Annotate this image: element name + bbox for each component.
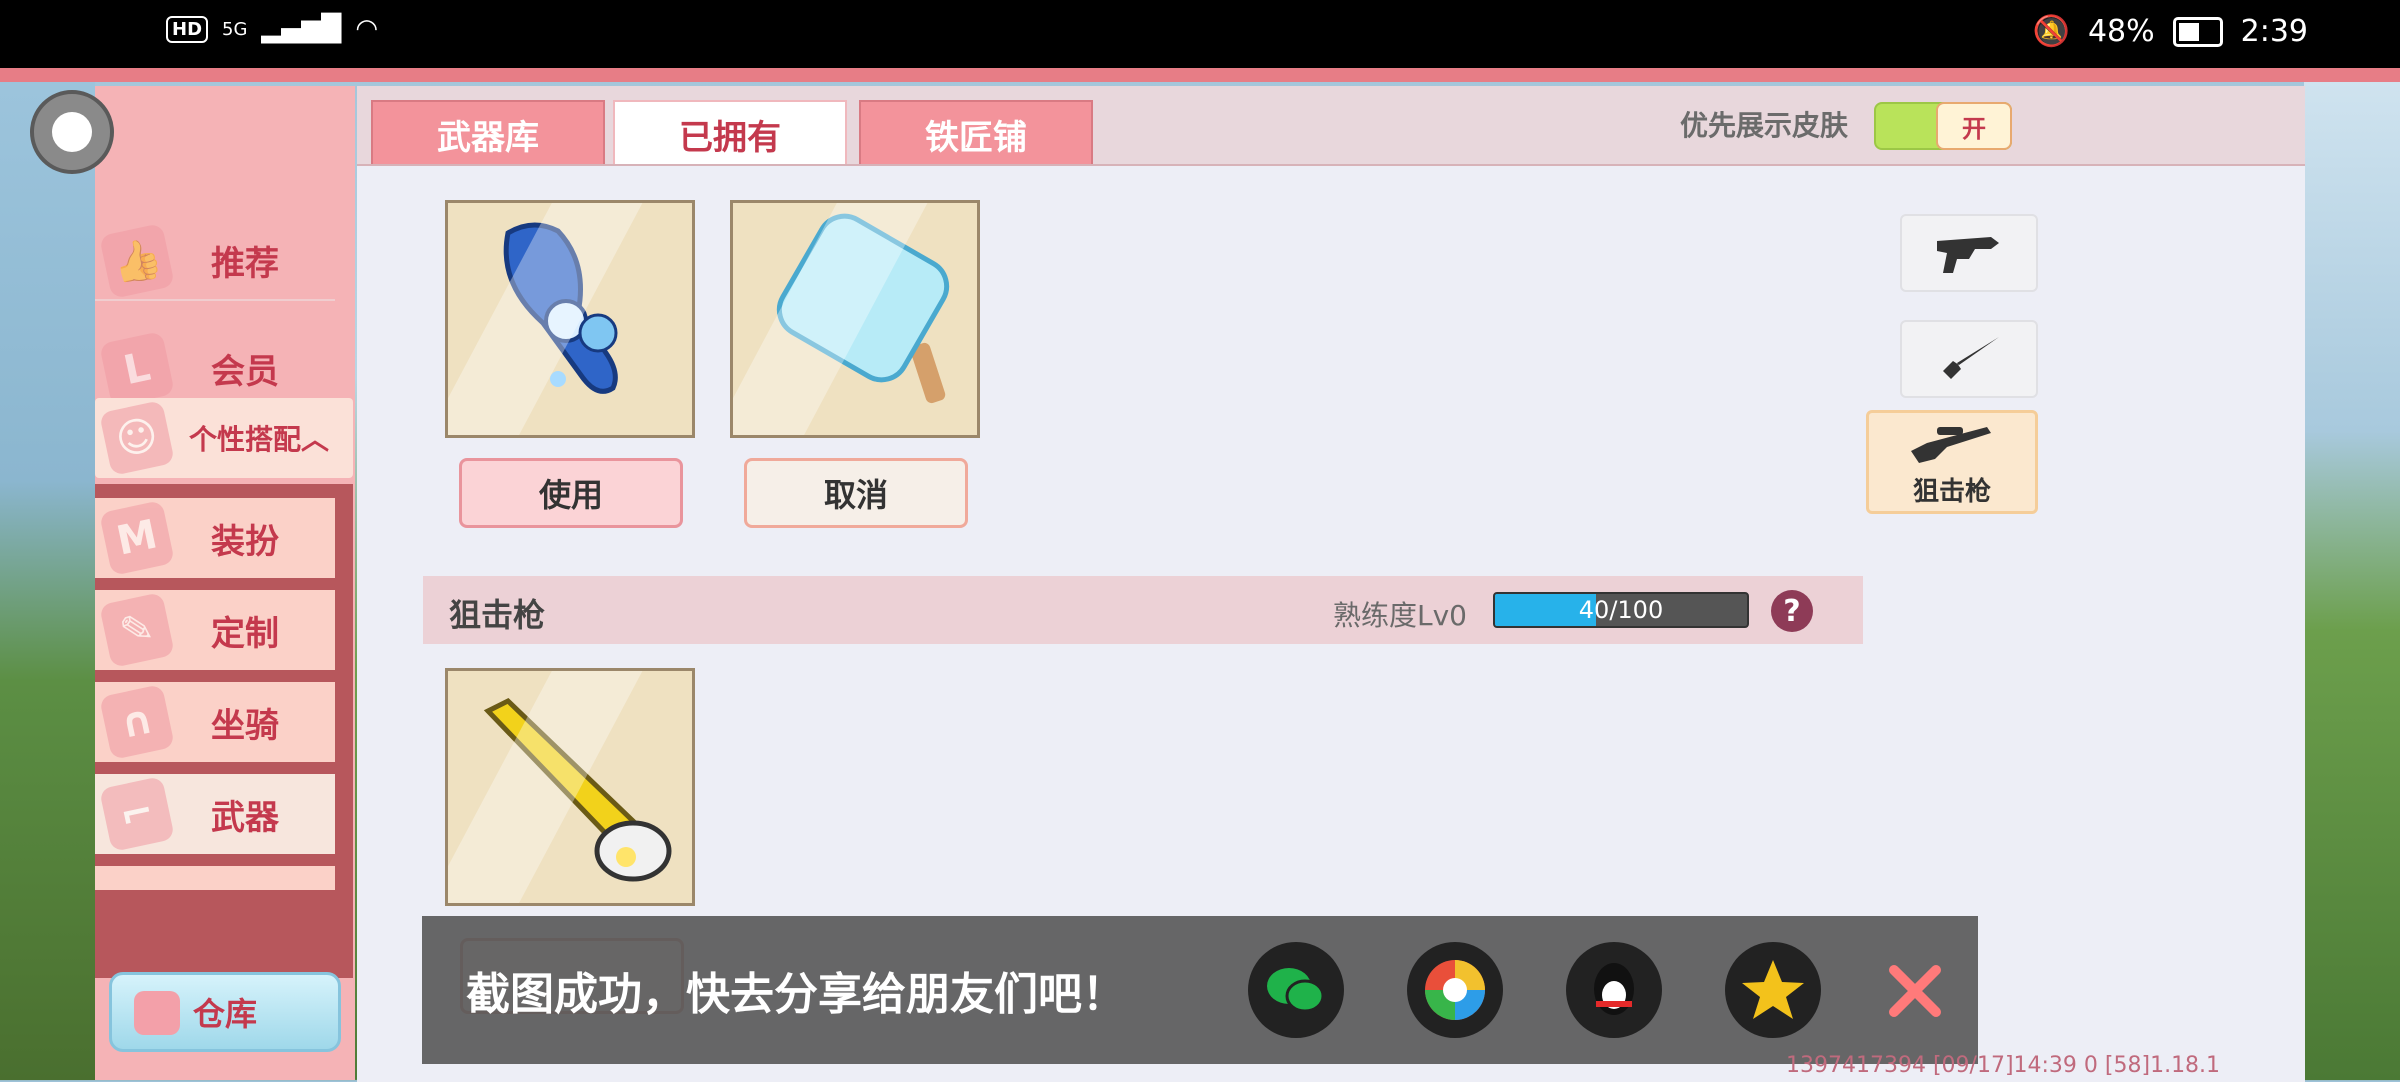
sidebar-item-partial[interactable] (95, 866, 335, 890)
gun-icon: ⌐ (99, 776, 175, 852)
weapon-slot-yellow-sword[interactable] (445, 668, 695, 906)
build-info: 1397417394 [09/17]14:39 0 [58]1.18.1 (1786, 1053, 2221, 1078)
sidebar-item-outfit[interactable]: M 装扮 (95, 498, 335, 578)
sidebar-item-label: 装扮 (211, 521, 279, 562)
sidebar-item-personalize[interactable]: ☺ 个性搭配︿ (95, 398, 353, 478)
warehouse-button[interactable]: 仓库 (109, 972, 341, 1052)
category-knife[interactable] (1900, 320, 2038, 398)
weapon-slot-popsicle[interactable] (730, 200, 980, 438)
knife-icon (1943, 337, 1999, 379)
snow-wand-icon (503, 222, 618, 394)
clock: 2:39 (2240, 14, 2308, 49)
moments-icon (1425, 960, 1485, 1020)
battery-icon (2172, 16, 2223, 47)
status-right: 🔕 48% 2:39 (2033, 14, 2308, 49)
qzone-share-button[interactable] (1725, 942, 1821, 1038)
category-revolver[interactable] (1900, 214, 2038, 292)
sniper-rifle-icon (1911, 426, 1991, 463)
qq-icon (1594, 963, 1634, 1015)
hd-badge: HD (166, 15, 209, 43)
tab-blacksmith[interactable]: 铁匠铺 (859, 100, 1093, 166)
saddle-icon: ∩ (99, 684, 175, 760)
floating-assist-button[interactable] (30, 90, 114, 174)
status-left: HD 5G ▂▄▆█ ◠ (166, 14, 378, 44)
toast-close-icon[interactable] (1884, 960, 1946, 1022)
warehouse-label: 仓库 (192, 995, 257, 1033)
game-background-right (2304, 82, 2400, 1080)
network-label: 5G (222, 18, 248, 40)
popsicle-icon (776, 213, 950, 404)
qzone-icon (1742, 960, 1804, 1019)
thumbs-up-icon: 👍 (99, 223, 175, 299)
cancel-button[interactable]: 取消 (744, 458, 968, 528)
shirt-icon: M (99, 500, 175, 576)
tab-bar: 武器库 已拥有 铁匠铺 (357, 86, 2305, 166)
category-sniper-label: 狙击枪 (1912, 476, 1991, 507)
skin-priority-label: 优先展示皮肤 (1680, 109, 1849, 142)
member-badge-icon: L (99, 331, 175, 407)
section-title: 狙击枪 (449, 596, 546, 634)
signal-icon: ▂▄▆█ (261, 14, 342, 44)
toast-message: 截图成功，快去分享给朋友们吧！ (466, 969, 1126, 1020)
weapon-slot-snow-wand[interactable] (445, 200, 695, 438)
proficiency-progress-bar: 40/100 (1493, 592, 1749, 628)
sidebar-item-member[interactable]: L 会员 (95, 329, 335, 409)
sidebar-item-label: 武器 (211, 797, 279, 838)
top-accent-line (0, 68, 2400, 82)
sidebar-item-label: 推荐 (211, 243, 279, 284)
moments-share-button[interactable] (1407, 942, 1503, 1038)
screenshot-share-toast: 截图成功，快去分享给朋友们吧！ (422, 916, 1978, 1064)
status-bar: HD 5G ▂▄▆█ ◠ 🔕 48% 2:39 (0, 0, 2400, 68)
revolver-icon (1937, 237, 1999, 273)
tab-owned[interactable]: 已拥有 (613, 100, 847, 166)
sidebar-item-mount[interactable]: ∩ 坐骑 (95, 682, 335, 762)
game-background-left (0, 82, 95, 1080)
use-button[interactable]: 使用 (459, 458, 683, 528)
help-icon[interactable]: ? (1771, 590, 1813, 632)
sidebar-item-recommend[interactable]: 👍 推荐 (95, 221, 335, 301)
sidebar-item-label: 会员 (211, 351, 279, 392)
wechat-share-button[interactable] (1248, 942, 1344, 1038)
tab-armory[interactable]: 武器库 (371, 100, 605, 166)
sidebar-item-custom[interactable]: ✎ 定制 (95, 590, 335, 670)
pencil-icon: ✎ (99, 592, 175, 668)
progress-text: 40/100 (1578, 596, 1664, 624)
personalize-icon: ☺ (99, 400, 175, 476)
sidebar-item-label: 坐骑 (211, 705, 279, 746)
mute-bell-icon: 🔕 (2032, 14, 2070, 49)
qq-share-button[interactable] (1566, 942, 1662, 1038)
skin-priority-toggle[interactable]: 开 (1874, 102, 2012, 150)
battery-percent: 48% (2087, 14, 2155, 49)
sidebar: 👍 推荐 L 会员 ☺ 个性搭配︿ M 装扮 ✎ 定制 ∩ 坐骑 ⌐ 武器 仓库 (95, 86, 355, 1080)
category-sniper[interactable]: 狙击枪 (1866, 410, 2038, 514)
wifi-icon: ◠ (355, 14, 379, 44)
wechat-icon (1267, 968, 1325, 1013)
proficiency-label: 熟练度Lv0 (1333, 599, 1467, 632)
toggle-knob: 开 (1936, 102, 2012, 150)
sidebar-item-label: 个性搭配︿ (188, 423, 329, 456)
warehouse-icon (134, 991, 180, 1035)
sniper-section-header: 狙击枪 熟练度Lv0 40/100 ? (423, 576, 1863, 644)
sidebar-item-label: 定制 (211, 613, 279, 654)
yellow-sword-icon (483, 697, 672, 882)
sidebar-item-weapon[interactable]: ⌐ 武器 (95, 774, 335, 854)
